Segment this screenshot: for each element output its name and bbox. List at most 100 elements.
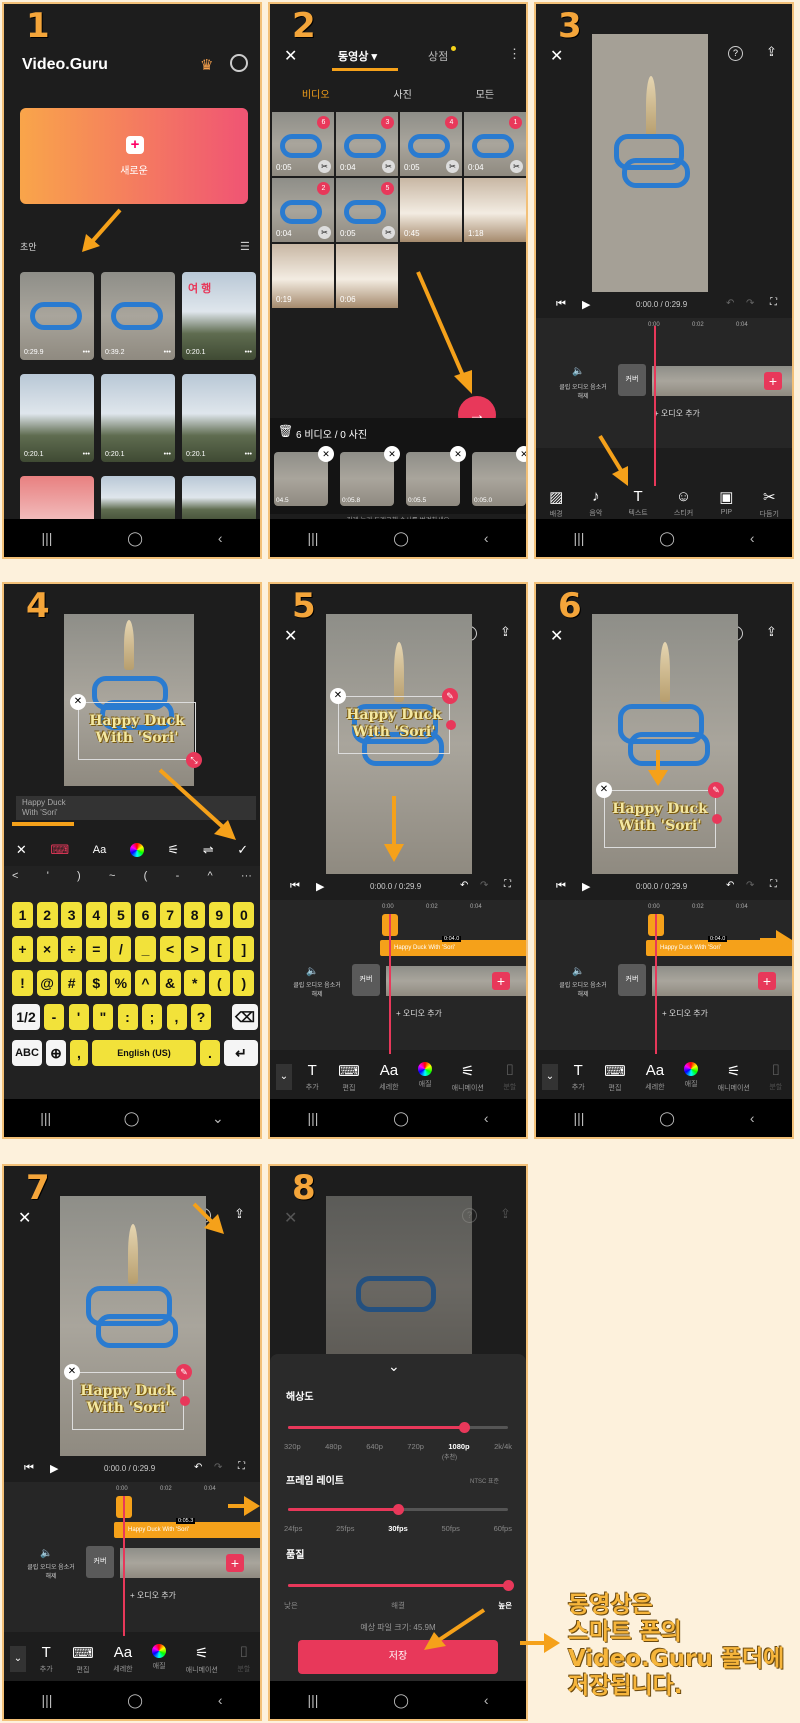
add-audio-label[interactable]: + 오디오 추가	[662, 1008, 708, 1019]
more-icon[interactable]: •••	[245, 451, 252, 458]
share-icon[interactable]: ⇪	[500, 624, 511, 640]
add-audio-label[interactable]: + 오디오 추가	[130, 1590, 176, 1601]
text-track-clip[interactable]: Happy Duck With 'Sori'	[114, 1522, 260, 1538]
close-icon[interactable]: ✕	[550, 626, 563, 646]
crown-icon[interactable]: ♛	[200, 56, 213, 74]
tab-video[interactable]: 동영상 ▾	[338, 48, 377, 64]
share-icon[interactable]: ⇪	[500, 1206, 511, 1222]
cover-button[interactable]: 커버	[352, 964, 380, 996]
framerate-option[interactable]: 30fps	[388, 1524, 408, 1533]
tool-5[interactable]: ✂ 다듬기	[760, 488, 779, 519]
hide-keyboard-icon[interactable]: ⌄	[212, 1110, 224, 1127]
trim-icon[interactable]: ✂	[318, 226, 331, 239]
framerate-option[interactable]: 25fps	[336, 1524, 354, 1533]
media-clip[interactable]: 0:04 3 ✂	[336, 112, 398, 176]
symbol-suggestion[interactable]: )	[77, 870, 81, 882]
close-icon[interactable]: ✕	[284, 1208, 297, 1228]
key[interactable]: @	[36, 970, 58, 996]
recents-icon[interactable]: |||	[41, 1692, 52, 1708]
symbol-suggestion[interactable]: ···	[241, 870, 252, 882]
framerate-option[interactable]: 50fps	[442, 1524, 460, 1533]
edit-text-icon[interactable]: ✎	[442, 688, 458, 704]
speaker-icon[interactable]: 🔈	[572, 366, 584, 377]
redo-icon[interactable]: ↷	[214, 1462, 222, 1473]
speaker-icon[interactable]: 🔈	[572, 966, 584, 977]
tool-2[interactable]: Aa 세레한	[379, 1062, 398, 1092]
media-clip[interactable]: 0:04 1 ✂	[464, 112, 526, 176]
key[interactable]: ]	[233, 936, 255, 962]
skip-start-icon[interactable]: ⏮	[556, 298, 566, 311]
quality-slider[interactable]	[288, 1580, 514, 1591]
space-key[interactable]: English (US)	[92, 1040, 196, 1066]
key[interactable]: ÷	[61, 936, 83, 962]
resize-handle[interactable]	[180, 1396, 190, 1406]
media-clip[interactable]: 0:04 2 ✂	[272, 178, 334, 242]
enter-key[interactable]: ↵	[224, 1040, 258, 1066]
framerate-option[interactable]: 24fps	[284, 1524, 302, 1533]
new-project-button[interactable]: + 새로운	[20, 108, 248, 204]
draft-thumb[interactable]: 0:20.1 •••	[182, 374, 256, 462]
tool-2[interactable]: Aa 세레한	[113, 1644, 132, 1674]
tool-5[interactable]: ⌷ 분할	[769, 1062, 782, 1092]
back-icon[interactable]: ‹	[218, 1692, 223, 1708]
collapse-icon[interactable]: ⌄	[276, 1064, 292, 1090]
symbol-suggestion[interactable]: '	[47, 870, 49, 882]
undo-icon[interactable]: ↶	[726, 880, 734, 891]
media-clip[interactable]: 1:18	[464, 178, 526, 242]
abc-key[interactable]: ABC	[12, 1040, 42, 1066]
key[interactable]: ,	[166, 1004, 187, 1030]
back-icon[interactable]: ‹	[750, 1110, 755, 1126]
edit-text-icon[interactable]: ✎	[708, 782, 724, 798]
key[interactable]: _	[135, 936, 156, 962]
media-clip[interactable]: 0:05 6 ✂	[272, 112, 334, 176]
key[interactable]: 3	[61, 902, 83, 928]
tool-1[interactable]: ⌨ 편집	[338, 1062, 360, 1093]
framerate-slider[interactable]	[288, 1504, 508, 1515]
key[interactable]: -	[44, 1004, 64, 1030]
back-icon[interactable]: ‹	[218, 530, 223, 546]
comma-key[interactable]: ,	[70, 1040, 88, 1066]
draft-thumb[interactable]: 여 행 0:20.1 •••	[182, 272, 256, 360]
skip-start-icon[interactable]: ⏮	[556, 880, 566, 893]
edit-text-icon[interactable]: ✎	[176, 1364, 192, 1380]
recents-icon[interactable]: |||	[307, 530, 318, 546]
resolution-option[interactable]: 1080p	[448, 1442, 469, 1451]
media-clip[interactable]: 0:06	[336, 244, 398, 308]
speaker-icon[interactable]: 🔈	[40, 1548, 52, 1559]
settings-icon[interactable]	[230, 54, 248, 72]
period-key[interactable]: .	[200, 1040, 220, 1066]
key[interactable]: &	[159, 970, 181, 996]
font-style-icon[interactable]: Aa	[93, 844, 106, 856]
key[interactable]: 5	[110, 902, 132, 928]
key[interactable]: 2	[36, 902, 58, 928]
key[interactable]: >	[184, 936, 206, 962]
playhead[interactable]	[655, 914, 657, 1054]
tool-4[interactable]: ⚟ 애니메이션	[186, 1644, 218, 1675]
trim-icon[interactable]: ✂	[382, 160, 395, 173]
tool-0[interactable]: T 추가	[40, 1644, 53, 1674]
framerate-option[interactable]: 60fps	[494, 1524, 512, 1533]
tool-2[interactable]: Aa 세레한	[645, 1062, 664, 1092]
key[interactable]: 8	[184, 902, 206, 928]
collapse-icon[interactable]: ⌄	[10, 1646, 26, 1672]
key[interactable]: *	[184, 970, 206, 996]
resolution-option[interactable]: 480p	[325, 1442, 342, 1451]
skip-start-icon[interactable]: ⏮	[290, 880, 300, 893]
playhead[interactable]	[654, 326, 656, 486]
key[interactable]: 6	[135, 902, 156, 928]
backspace-key[interactable]: ⌫	[232, 1004, 258, 1030]
home-icon[interactable]: ◯	[127, 1692, 143, 1709]
tool-3[interactable]: ☺ 스티커	[674, 488, 693, 518]
recents-icon[interactable]: |||	[573, 530, 584, 546]
key[interactable]: +	[12, 936, 33, 962]
tool-3[interactable]: 애질	[684, 1062, 699, 1089]
playhead[interactable]	[389, 914, 391, 1054]
tool-1[interactable]: ♪ 음악	[589, 488, 602, 518]
add-clip-button[interactable]: +	[764, 372, 782, 390]
text-overlay-box[interactable]: Happy Duck With 'Sori'	[604, 790, 716, 848]
skip-start-icon[interactable]: ⏮	[24, 1462, 34, 1475]
slider-knob[interactable]	[459, 1422, 470, 1433]
media-clip[interactable]: 0:45	[400, 178, 462, 242]
tool-2[interactable]: T 텍스트	[628, 488, 647, 518]
fullscreen-icon[interactable]: ⛶	[238, 1461, 245, 1472]
